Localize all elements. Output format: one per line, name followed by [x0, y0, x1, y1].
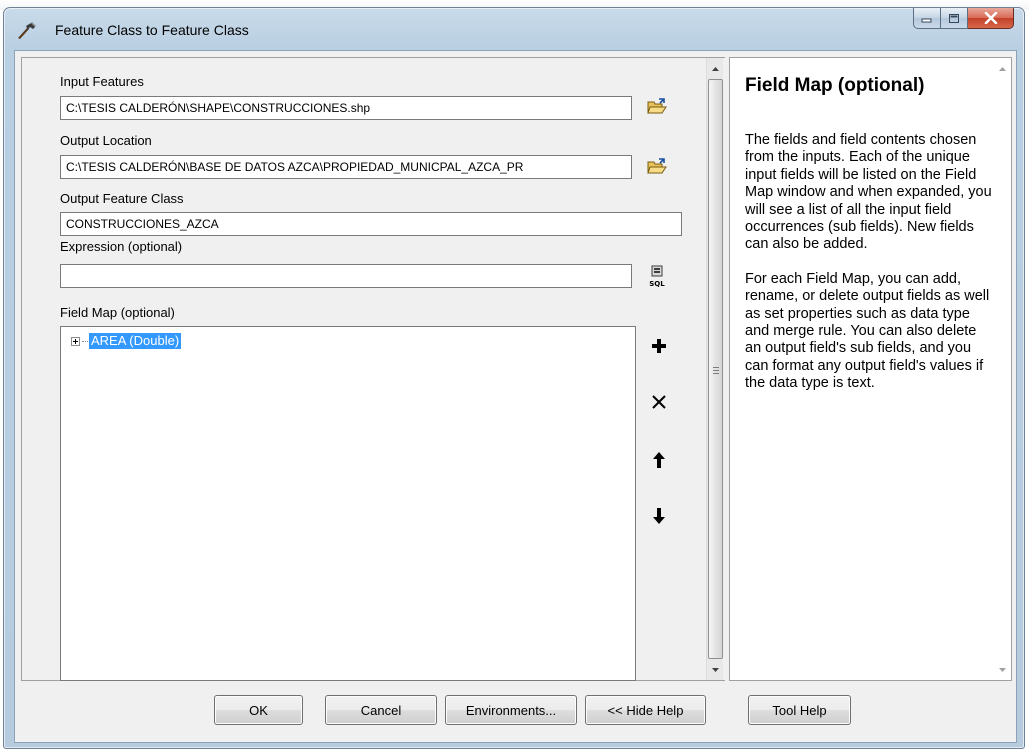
sql-icon: SQL: [649, 265, 665, 288]
field-map-label: Field Map (optional): [60, 305, 175, 320]
move-down-button[interactable]: [646, 503, 672, 529]
scroll-thumb[interactable]: [708, 79, 723, 659]
output-location-browse-button[interactable]: [644, 154, 670, 180]
ok-button[interactable]: OK: [214, 695, 303, 725]
close-icon: [984, 12, 997, 24]
tool-help-button[interactable]: Tool Help: [748, 695, 851, 725]
scroll-up-button[interactable]: [707, 60, 724, 77]
grip-line: [713, 370, 719, 371]
dialog-body: Input Features C:\TESIS CALDERÓN\SHAPE\C…: [14, 50, 1017, 743]
close-button[interactable]: [968, 8, 1014, 29]
hide-help-button[interactable]: << Hide Help: [585, 695, 706, 725]
input-features-field[interactable]: C:\TESIS CALDERÓN\SHAPE\CONSTRUCCIONES.s…: [60, 96, 632, 120]
button-bar: OK Cancel Environments... << Hide Help T…: [21, 687, 1012, 737]
help-scrollbar[interactable]: [994, 58, 1011, 680]
grip-line: [713, 367, 719, 368]
delete-icon: [652, 395, 666, 409]
expand-icon[interactable]: [71, 336, 80, 346]
grip-line: [713, 373, 719, 374]
output-feature-class-label: Output Feature Class: [60, 191, 184, 206]
move-down-icon: [653, 508, 665, 524]
tree-connector: [82, 340, 88, 342]
help-text: The fields and field contents chosen fro…: [745, 132, 995, 410]
add-field-button[interactable]: [646, 333, 672, 359]
parameters-scrollbar[interactable]: [706, 58, 723, 680]
dialog-window: Feature Class to Feature Class Input Fea…: [3, 7, 1025, 749]
minimize-button[interactable]: [913, 8, 941, 29]
window-title: Feature Class to Feature Class: [55, 22, 249, 38]
expression-label: Expression (optional): [60, 239, 183, 254]
scroll-down-button[interactable]: [707, 661, 724, 678]
tree-item[interactable]: AREA (Double): [71, 333, 182, 349]
field-map-item-label: AREA (Double): [89, 333, 182, 349]
help-paragraph: For each Field Map, you can add, rename,…: [745, 270, 990, 392]
parameters-panel: Input Features C:\TESIS CALDERÓN\SHAPE\C…: [21, 57, 725, 681]
maximize-icon: [949, 13, 959, 23]
chevron-down-icon: [712, 667, 719, 672]
field-map-list[interactable]: AREA (Double): [60, 326, 636, 681]
hammer-icon: [16, 22, 38, 40]
chevron-up-icon: [999, 66, 1006, 71]
help-scroll-down-button[interactable]: [994, 661, 1011, 678]
environments-button[interactable]: Environments...: [445, 695, 577, 725]
help-paragraph: The fields and field contents chosen fro…: [745, 132, 992, 253]
sql-query-button[interactable]: SQL: [644, 264, 670, 290]
open-folder-icon: [647, 98, 667, 114]
cancel-button[interactable]: Cancel: [325, 695, 437, 725]
open-folder-icon: [647, 158, 667, 174]
move-up-icon: [653, 452, 665, 468]
help-scroll-up-button[interactable]: [994, 60, 1011, 77]
minimize-icon: [921, 18, 932, 23]
chevron-down-icon: [999, 667, 1006, 672]
input-features-label: Input Features: [60, 74, 144, 89]
help-panel: Field Map (optional) The fields and fiel…: [729, 57, 1012, 681]
svg-text:SQL: SQL: [649, 280, 665, 288]
caption-buttons: [913, 8, 1014, 29]
output-location-field[interactable]: C:\TESIS CALDERÓN\BASE DE DATOS AZCA\PRO…: [60, 155, 632, 179]
help-title: Field Map (optional): [745, 75, 925, 96]
output-location-label: Output Location: [60, 133, 152, 148]
output-feature-class-field[interactable]: CONSTRUCCIONES_AZCA: [60, 212, 682, 236]
move-up-button[interactable]: [646, 447, 672, 473]
expression-field[interactable]: [60, 264, 632, 288]
maximize-button[interactable]: [941, 8, 968, 29]
delete-field-button[interactable]: [646, 389, 672, 415]
add-icon: [652, 339, 666, 353]
input-features-browse-button[interactable]: [644, 94, 670, 120]
chevron-up-icon: [712, 66, 719, 71]
title-bar[interactable]: Feature Class to Feature Class: [4, 8, 1024, 50]
